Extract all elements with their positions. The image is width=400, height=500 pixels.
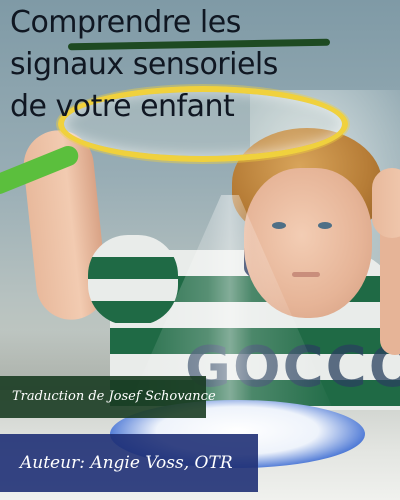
boy-left-sleeve <box>88 235 178 325</box>
book-title: Comprendre les signaux sensoriels de vot… <box>10 2 278 128</box>
title-line-1: Comprendre les <box>10 5 241 40</box>
boy-right-eye <box>318 222 332 229</box>
translator-credit: Traduction de Josef Schovance <box>0 376 216 418</box>
boy-right-fist <box>372 168 400 238</box>
author-credit: Auteur: Angie Voss, OTR <box>0 434 258 492</box>
boy-left-eye <box>272 222 286 229</box>
title-line-3: de votre enfant <box>10 89 235 124</box>
boy-mouth <box>292 272 320 277</box>
book-cover: GOCCO Comprendre les signaux sensoriels … <box>0 0 400 500</box>
title-line-2: signaux sensoriels <box>10 47 278 82</box>
